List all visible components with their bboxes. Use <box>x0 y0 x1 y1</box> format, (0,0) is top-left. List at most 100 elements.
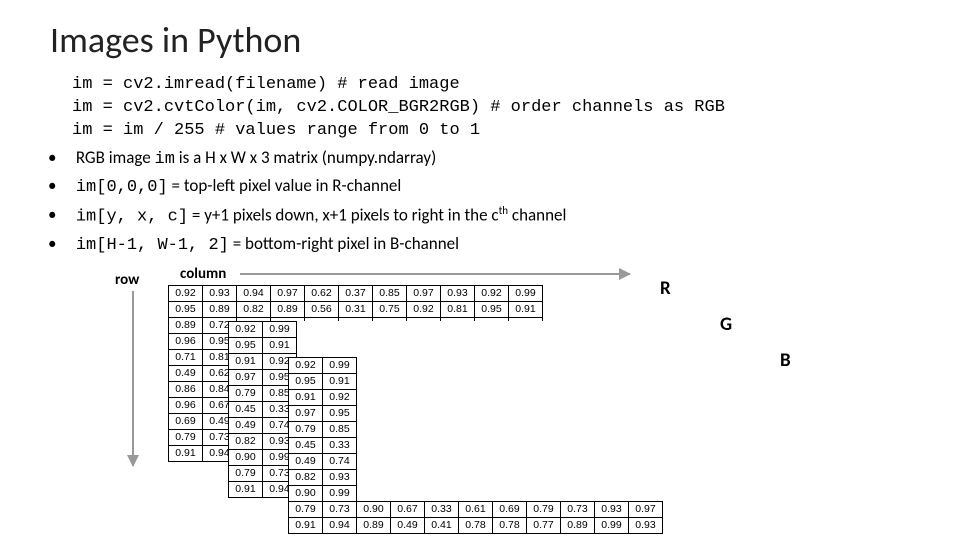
matrix-cell: 0.89 <box>357 517 391 533</box>
code: im[0,0,0] <box>76 178 168 197</box>
matrix-cell: 0.94 <box>237 285 271 301</box>
matrix-cell: 0.62 <box>305 285 339 301</box>
matrix-cell: 0.85 <box>323 421 357 437</box>
matrix-cell: 0.97 <box>271 285 305 301</box>
code: im[H-1, W-1, 2] <box>76 236 229 255</box>
matrix-cell: 0.78 <box>459 517 493 533</box>
matrix-cell: 0.90 <box>229 449 263 465</box>
matrix-cell: 0.82 <box>229 433 263 449</box>
matrix-cell: 0.31 <box>339 301 373 317</box>
matrix-b: 0.920.990.950.910.910.920.970.950.790.85… <box>288 357 663 534</box>
matrix-cell: 0.99 <box>323 357 357 373</box>
matrix-cell: 0.99 <box>263 321 297 337</box>
matrix-cell: 0.91 <box>509 301 543 317</box>
matrix-cell: 0.91 <box>289 517 323 533</box>
matrix-cell: 0.89 <box>203 301 237 317</box>
matrix-diagram: row column 0.920.930.940.970.620.370.850… <box>120 269 960 529</box>
matrix-cell: 0.97 <box>289 405 323 421</box>
matrix-cell: 0.73 <box>323 501 357 517</box>
text: is a H x W x 3 matrix (numpy.ndarray) <box>175 147 436 168</box>
code-line-3: im = im / 255 # values range from 0 to 1 <box>72 120 960 143</box>
matrix-cell: 0.79 <box>229 385 263 401</box>
matrix-cell: 0.75 <box>373 301 407 317</box>
matrix-cell: 0.61 <box>459 501 493 517</box>
matrix-cell: 0.56 <box>305 301 339 317</box>
code-line-2: im = cv2.cvtColor(im, cv2.COLOR_BGR2RGB)… <box>72 97 960 120</box>
column-label: column <box>180 265 226 283</box>
bullet-list: RGB image im is a H x W x 3 matrix (nump… <box>0 145 960 259</box>
matrix-cell: 0.91 <box>323 373 357 389</box>
matrix-cell: 0.69 <box>493 501 527 517</box>
matrix-cell: 0.86 <box>169 381 203 397</box>
matrix-cell: 0.99 <box>509 285 543 301</box>
matrix-cell: 0.99 <box>595 517 629 533</box>
column-arrow-icon <box>240 273 630 275</box>
matrix-cell: 0.33 <box>425 501 459 517</box>
code-block: im = cv2.imread(filename) # read image i… <box>0 74 960 143</box>
matrix-cell: 0.90 <box>289 485 323 501</box>
matrix-cell: 0.97 <box>407 285 441 301</box>
matrix-cell: 0.49 <box>289 453 323 469</box>
matrix-cell: 0.45 <box>229 401 263 417</box>
matrix-cell: 0.77 <box>527 517 561 533</box>
matrix-cell: 0.96 <box>169 333 203 349</box>
code: im[y, x, c] <box>76 207 188 226</box>
matrix-cell: 0.49 <box>169 365 203 381</box>
matrix-cell: 0.33 <box>323 437 357 453</box>
matrix-cell: 0.41 <box>425 517 459 533</box>
matrix-cell: 0.93 <box>203 285 237 301</box>
matrix-cell: 0.95 <box>289 373 323 389</box>
text: = y+1 pixels down, x+1 pixels to right i… <box>188 204 499 225</box>
matrix-cell: 0.85 <box>373 285 407 301</box>
matrix-cell: 0.95 <box>229 337 263 353</box>
matrix-cell: 0.96 <box>169 397 203 413</box>
matrix-cell: 0.94 <box>323 517 357 533</box>
matrix-cell: 0.91 <box>229 353 263 369</box>
matrix-cell: 0.79 <box>169 429 203 445</box>
r-label: R <box>660 277 671 300</box>
text: = bottom-right pixel in B-channel <box>229 233 459 254</box>
matrix-cell: 0.69 <box>169 413 203 429</box>
text: channel <box>508 204 566 225</box>
matrix-cell: 0.79 <box>527 501 561 517</box>
matrix-cell: 0.45 <box>289 437 323 453</box>
superscript: th <box>499 204 508 217</box>
g-label: G <box>720 313 732 336</box>
bullet-2: im[0,0,0] = top-left pixel value in R-ch… <box>72 173 960 201</box>
matrix-cell: 0.95 <box>323 405 357 421</box>
matrix-cell: 0.49 <box>229 417 263 433</box>
matrix-cell: 0.92 <box>407 301 441 317</box>
matrix-cell: 0.92 <box>475 285 509 301</box>
matrix-cell: 0.79 <box>289 421 323 437</box>
matrix-cell: 0.71 <box>169 349 203 365</box>
matrix-cell: 0.95 <box>475 301 509 317</box>
matrix-cell: 0.93 <box>323 469 357 485</box>
matrix-cell: 0.89 <box>561 517 595 533</box>
matrix-cell: 0.81 <box>441 301 475 317</box>
matrix-cell: 0.92 <box>323 389 357 405</box>
matrix-cell: 0.92 <box>229 321 263 337</box>
matrix-cell: 0.91 <box>229 481 263 497</box>
text: = top-left pixel value in R-channel <box>168 175 402 196</box>
matrix-cell: 0.93 <box>595 501 629 517</box>
bullet-1: RGB image im is a H x W x 3 matrix (nump… <box>72 145 960 173</box>
bullet-3: im[y, x, c] = y+1 pixels down, x+1 pixel… <box>72 202 960 231</box>
matrix-cell: 0.93 <box>441 285 475 301</box>
matrix-cell: 0.90 <box>357 501 391 517</box>
matrix-cell: 0.99 <box>323 485 357 501</box>
code-line-1: im = cv2.imread(filename) # read image <box>72 74 960 97</box>
text: RGB image <box>76 147 155 168</box>
matrix-cell: 0.93 <box>629 517 663 533</box>
matrix-cell: 0.73 <box>561 501 595 517</box>
matrix-cell: 0.67 <box>391 501 425 517</box>
matrix-cell: 0.91 <box>263 337 297 353</box>
matrix-cell: 0.97 <box>229 369 263 385</box>
row-arrow-icon <box>132 291 134 466</box>
matrix-cell: 0.91 <box>289 389 323 405</box>
code: im <box>155 150 175 169</box>
b-label: B <box>780 349 791 372</box>
matrix-cell: 0.91 <box>169 445 203 461</box>
matrix-cell: 0.49 <box>391 517 425 533</box>
matrix-cell: 0.79 <box>289 501 323 517</box>
matrix-cell: 0.74 <box>323 453 357 469</box>
